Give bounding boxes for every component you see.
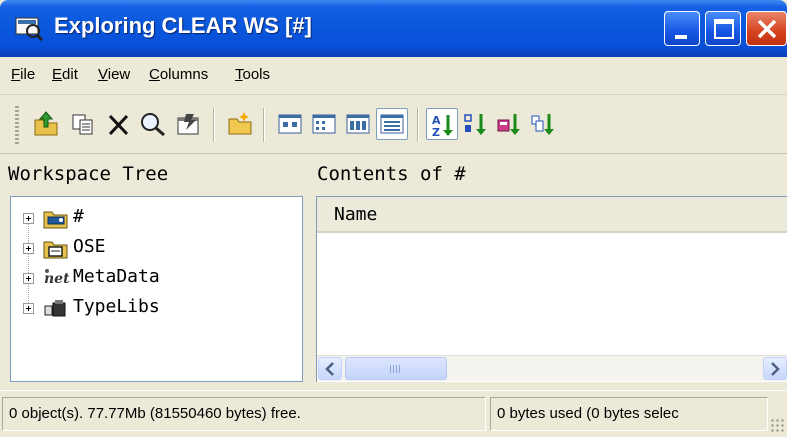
menu-file[interactable]: File [11, 66, 35, 83]
chevron-right-icon [771, 362, 780, 376]
ose-folder-icon [43, 237, 69, 259]
window-title: Exploring CLEAR WS [#] [54, 13, 312, 38]
find-icon[interactable] [137, 108, 169, 140]
tree-connector-line [28, 219, 29, 307]
horizontal-scrollbar[interactable] [317, 355, 787, 381]
sort-by-type-icon[interactable] [494, 108, 526, 140]
expand-icon[interactable] [23, 243, 34, 254]
sort-descending-icon[interactable] [460, 108, 492, 140]
toolbar-grip[interactable] [15, 106, 19, 144]
status-free-space: 0 object(s). 77.77Mb (81550460 bytes) fr… [2, 397, 486, 431]
delete-icon[interactable] [103, 108, 135, 140]
copy-icon[interactable] [67, 108, 99, 140]
list-view-icon[interactable] [342, 108, 374, 140]
workspace-tree-header: Workspace Tree [0, 156, 305, 196]
details-view-icon[interactable] [376, 108, 408, 140]
toolbar-separator [417, 108, 419, 142]
menu-view[interactable]: View [98, 66, 130, 83]
toolbar-separator [213, 108, 215, 142]
workspace-tree[interactable]: # OSE net MetaData TypeLibs [10, 196, 303, 382]
new-folder-icon[interactable] [224, 108, 256, 140]
menu-columns[interactable]: Columns [149, 66, 208, 83]
title-bar[interactable]: Exploring CLEAR WS [#] [0, 0, 787, 57]
app-icon [14, 13, 44, 42]
contents-list[interactable]: Name [316, 196, 787, 382]
expand-icon[interactable] [23, 303, 34, 314]
workspace-folder-icon [43, 207, 69, 229]
tree-item-label: OSE [73, 236, 106, 257]
maximize-button[interactable] [705, 11, 741, 46]
svg-text:net: net [44, 271, 69, 287]
expand-icon[interactable] [23, 213, 34, 224]
small-icons-view-icon[interactable] [308, 108, 340, 140]
tree-item-label: MetaData [73, 266, 160, 287]
toolbar: AZ [0, 96, 787, 154]
up-folder-icon[interactable] [30, 108, 62, 140]
toolbar-separator [263, 108, 265, 142]
close-button[interactable] [746, 11, 787, 46]
net-metadata-icon: net [43, 267, 70, 289]
expand-icon[interactable] [23, 273, 34, 284]
large-icons-view-icon[interactable] [274, 108, 306, 140]
menu-edit[interactable]: Edit [52, 66, 78, 83]
scroll-left-button[interactable] [318, 357, 342, 380]
resize-grip[interactable] [770, 418, 784, 432]
tree-item-label: # [73, 206, 84, 227]
menu-bar: File Edit View Columns Tools [0, 57, 787, 95]
minimize-button[interactable] [664, 11, 700, 46]
sort-ascending-icon[interactable]: AZ [426, 108, 458, 140]
properties-icon[interactable] [172, 108, 204, 140]
status-bytes-used: 0 bytes used (0 bytes selec [490, 397, 768, 431]
typelib-icon [43, 297, 69, 319]
sort-by-size-icon[interactable] [528, 108, 560, 140]
status-bar: 0 object(s). 77.77Mb (81550460 bytes) fr… [0, 390, 787, 437]
svg-text:Z: Z [432, 126, 440, 139]
tree-item-label: TypeLibs [73, 296, 160, 317]
column-header-name[interactable]: Name [317, 197, 787, 233]
scroll-thumb[interactable] [345, 357, 447, 380]
menu-tools[interactable]: Tools [235, 66, 270, 83]
chevron-left-icon [325, 362, 334, 376]
scroll-right-button[interactable] [763, 357, 787, 380]
contents-header: Contents of # [309, 156, 787, 196]
